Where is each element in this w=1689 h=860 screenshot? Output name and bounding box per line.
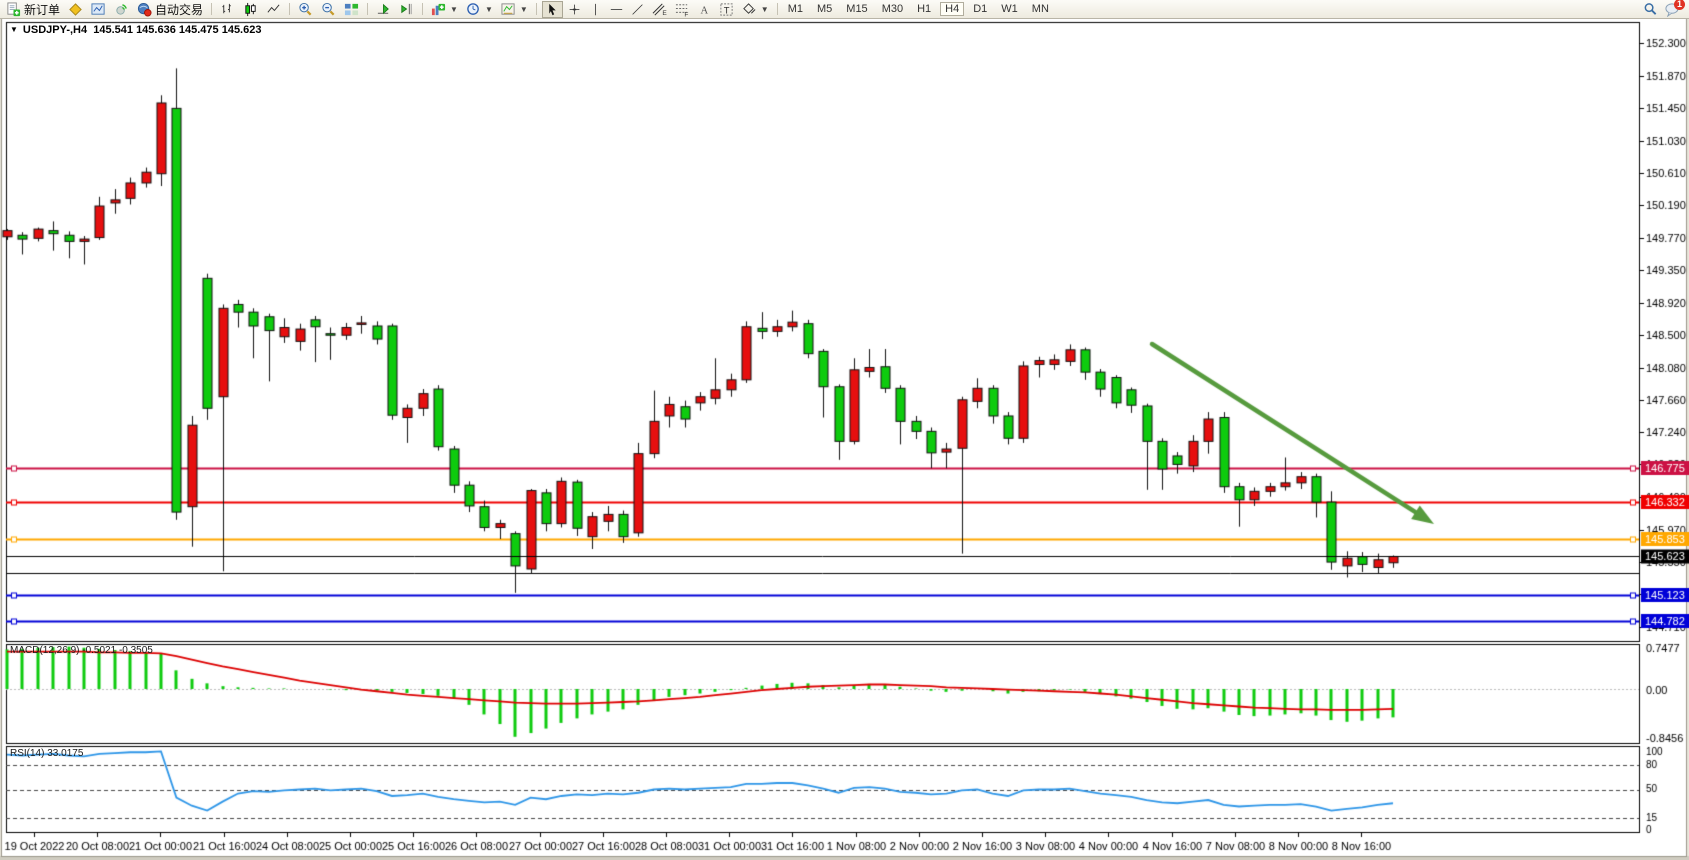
autotrading-button[interactable]: 自动交易 [134,2,206,17]
signal-icon [114,2,129,17]
zoom-in-button[interactable] [295,2,316,17]
toolbar-separator [777,3,778,15]
timeframe-button-m1[interactable]: M1 [783,2,808,16]
toolbar-separator [211,3,212,15]
text-tool-button[interactable]: A [695,2,714,17]
periods-button[interactable]: ▼ [463,2,496,17]
arrows-tool-button[interactable]: ▼ [739,2,772,17]
chevron-down-icon: ▼ [761,5,769,14]
templates-button[interactable]: ▼ [498,2,531,17]
timeframe-button-mn[interactable]: MN [1027,2,1054,16]
diamond-icon [68,2,83,17]
chevron-down-icon: ▼ [520,5,528,14]
channel-icon: F [675,2,690,17]
horizontal-line-tool-button[interactable] [607,2,626,17]
chart-window-icon [91,2,106,17]
svg-text:E: E [662,10,667,17]
chart-shift-button[interactable] [396,2,417,17]
fibonacci-tool-button[interactable]: E [649,2,670,17]
chat-button[interactable]: 1 [1664,2,1680,17]
indicators-button[interactable]: ▼ [428,2,461,17]
candle-chart-mode-button[interactable] [240,2,261,17]
timeframe-button-m30[interactable]: M30 [877,2,908,16]
shapes-icon [742,2,757,17]
svg-text:F: F [684,11,688,16]
zoom-in-icon [298,2,313,17]
tile-windows-icon [344,2,359,17]
new-order-button[interactable]: 新订单 [3,2,63,17]
chart-title: ▼ USDJPY-,H4 145.541 145.636 145.475 145.… [10,24,261,36]
svg-text:A: A [700,5,708,15]
search-icon[interactable] [1643,2,1658,17]
text-label-tool-button[interactable]: T [716,2,737,17]
auto-scroll-button[interactable] [373,2,394,17]
candle-chart-icon [243,2,258,17]
autotrading-icon [137,2,152,17]
toolbar-right-group: 1 [1643,2,1686,17]
chart-shift-icon [399,2,414,17]
vertical-line-tool-button[interactable] [586,2,605,17]
crosshair-icon [568,3,581,16]
line-chart-mode-button[interactable] [263,2,284,17]
chart-ohlc-values: 145.541 145.636 145.475 145.623 [93,24,261,36]
timeframe-button-w1[interactable]: W1 [996,2,1023,16]
horizontal-line-icon [610,3,623,16]
timeframe-button-m15[interactable]: M15 [841,2,872,16]
timeframe-button-d1[interactable]: D1 [968,2,992,16]
vertical-line-icon [589,3,602,16]
bar-chart-icon [220,2,235,17]
cursor-icon [546,3,559,16]
zoom-out-button[interactable] [318,2,339,17]
macd-indicator-label: MACD(12,26,9) -0.5021 -0.3505 [10,645,153,656]
timeframe-button-h1[interactable]: H1 [912,2,936,16]
crosshair-tool-button[interactable] [565,2,584,17]
chevron-down-icon: ▼ [450,5,458,14]
fibonacci-icon: E [652,2,667,17]
toolbar-separator [422,3,423,15]
chevron-down-icon: ▼ [485,5,493,14]
market-watch-button[interactable] [65,2,86,17]
rsi-indicator-label: RSI(14) 33.0175 [10,748,83,759]
channel-tool-button[interactable]: F [672,2,693,17]
application-window: 新订单 自动交易 ▼ ▼ ▼ E F A T ▼ M [0,0,1689,860]
text-label-icon: T [719,2,734,17]
notification-badge: 1 [1674,0,1685,10]
timeframe-button-h4[interactable]: H4 [940,2,964,16]
new-order-icon [6,2,21,17]
bar-chart-mode-button[interactable] [217,2,238,17]
autotrading-label: 自动交易 [155,1,203,18]
timeframe-bar: M1 M5 M15 M30 H1 H4 D1 W1 MN [783,2,1054,16]
trendline-icon [631,3,644,16]
cursor-tool-button[interactable] [542,1,563,18]
zoom-out-icon [321,2,336,17]
auto-scroll-icon [376,2,391,17]
toolbar-separator [289,3,290,15]
text-icon: A [698,3,711,16]
line-chart-icon [266,2,281,17]
svg-text:T: T [723,5,729,15]
toolbar: 新订单 自动交易 ▼ ▼ ▼ E F A T ▼ M [0,0,1689,19]
indicators-icon [431,2,446,17]
template-icon [501,2,516,17]
toolbar-separator [536,3,537,15]
new-order-label: 新订单 [24,1,60,18]
clock-icon [466,2,481,17]
chart-canvas[interactable] [0,0,1689,860]
signal-button[interactable] [111,2,132,17]
trendline-tool-button[interactable] [628,2,647,17]
tile-windows-button[interactable] [341,2,362,17]
chart-window-button[interactable] [88,2,109,17]
timeframe-button-m5[interactable]: M5 [812,2,837,16]
collapse-triangle-icon[interactable]: ▼ [10,25,18,34]
chart-symbol-timeframe: USDJPY-,H4 [23,24,87,36]
toolbar-separator [367,3,368,15]
